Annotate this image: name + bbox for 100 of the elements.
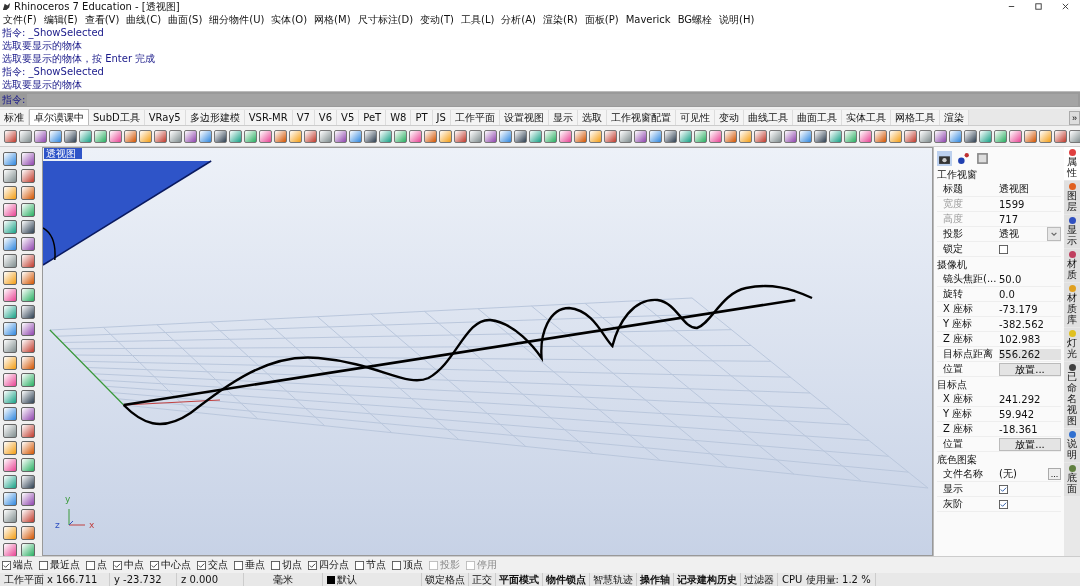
osnap-label[interactable]: 四分点 xyxy=(319,558,349,572)
tool-icon[interactable] xyxy=(21,203,35,217)
checkbox[interactable] xyxy=(271,560,280,570)
tool-icon[interactable] xyxy=(21,271,35,285)
tool-icon[interactable] xyxy=(274,129,287,143)
more-tabs-button[interactable]: » xyxy=(1069,111,1080,125)
tool-icon[interactable] xyxy=(304,129,317,143)
tool-icon[interactable] xyxy=(94,129,107,143)
osnap-label[interactable]: 交点 xyxy=(208,558,228,572)
side-panel-tab[interactable]: 显示 xyxy=(1064,215,1080,248)
tool-icon[interactable] xyxy=(289,129,302,143)
status-toggle[interactable]: 过滤器 xyxy=(741,573,778,586)
tool-icon[interactable] xyxy=(904,129,917,143)
toolbar-tab[interactable]: PT xyxy=(411,110,433,125)
tool-icon[interactable] xyxy=(21,373,35,387)
toolbar-tab[interactable]: 多边形建模 xyxy=(185,110,245,125)
tool-icon[interactable] xyxy=(3,543,17,557)
tool-icon[interactable] xyxy=(1054,129,1067,143)
tool-icon[interactable] xyxy=(21,305,35,319)
tool-icon[interactable] xyxy=(514,129,527,143)
place-button[interactable]: 放置... xyxy=(999,437,1061,451)
toolbar-tab[interactable]: 显示 xyxy=(548,110,578,125)
tool-icon[interactable] xyxy=(199,129,212,143)
menu-item[interactable]: 网格(M) xyxy=(314,13,351,26)
tool-icon[interactable] xyxy=(604,129,617,143)
tool-icon[interactable] xyxy=(169,129,182,143)
tool-icon[interactable] xyxy=(21,186,35,200)
tool-icon[interactable] xyxy=(21,509,35,523)
tool-icon[interactable] xyxy=(3,492,17,506)
toolbar-tab[interactable]: V5 xyxy=(337,110,360,125)
tool-icon[interactable] xyxy=(484,129,497,143)
tool-icon[interactable] xyxy=(109,129,122,143)
tool-icon[interactable] xyxy=(814,129,827,143)
tool-icon[interactable] xyxy=(3,271,17,285)
tool-icon[interactable] xyxy=(349,129,362,143)
side-panel-tab[interactable]: 底面 xyxy=(1064,463,1080,496)
checkbox[interactable] xyxy=(999,499,1008,509)
tool-icon[interactable] xyxy=(874,129,887,143)
tool-icon[interactable] xyxy=(3,152,17,166)
tool-icon[interactable] xyxy=(964,129,977,143)
tool-icon[interactable] xyxy=(1069,129,1080,143)
tool-icon[interactable] xyxy=(754,129,767,143)
tool-icon[interactable] xyxy=(21,356,35,370)
menu-item[interactable]: 实体(O) xyxy=(271,13,308,26)
tool-icon[interactable] xyxy=(979,129,992,143)
tool-icon[interactable] xyxy=(3,203,17,217)
osnap-label[interactable]: 中点 xyxy=(124,558,144,572)
tool-icon[interactable] xyxy=(319,129,332,143)
tool-icon[interactable] xyxy=(664,129,677,143)
tool-icon[interactable] xyxy=(1024,129,1037,143)
osnap-label[interactable]: 中心点 xyxy=(161,558,191,572)
status-toggle[interactable]: 智慧轨迹 xyxy=(590,573,637,586)
tool-icon[interactable] xyxy=(21,169,35,183)
layer-label[interactable]: 默认 xyxy=(337,573,357,586)
tool-icon[interactable] xyxy=(21,288,35,302)
tool-icon[interactable] xyxy=(949,129,962,143)
tool-icon[interactable] xyxy=(21,526,35,540)
tool-icon[interactable] xyxy=(3,288,17,302)
tool-icon[interactable] xyxy=(3,186,17,200)
tool-icon[interactable] xyxy=(589,129,602,143)
tool-icon[interactable] xyxy=(694,129,707,143)
osnap-label[interactable]: 端点 xyxy=(13,558,33,572)
toolbar-tab[interactable]: VRay5 xyxy=(144,110,186,125)
tool-icon[interactable] xyxy=(544,129,557,143)
osnap-label[interactable]: 最近点 xyxy=(50,558,80,572)
tool-icon[interactable] xyxy=(21,458,35,472)
tool-icon[interactable] xyxy=(394,129,407,143)
tool-icon[interactable] xyxy=(739,129,752,143)
menu-item[interactable]: 尺寸标注(D) xyxy=(357,13,414,26)
osnap-label[interactable]: 顶点 xyxy=(403,558,423,572)
viewport[interactable]: 透视图 x y z xyxy=(42,147,933,556)
toolbar-tab[interactable]: PeT xyxy=(359,110,387,125)
menu-item[interactable]: 分析(A) xyxy=(501,13,536,26)
toolbar-tab[interactable]: 实体工具 xyxy=(841,110,891,125)
osnap-label[interactable]: 节点 xyxy=(366,558,386,572)
menu-item[interactable]: BG螺栓 xyxy=(677,13,713,26)
viewport-title-tab[interactable]: 透视图 xyxy=(44,148,82,159)
tool-icon[interactable] xyxy=(3,390,17,404)
checkbox[interactable] xyxy=(392,560,401,570)
osnap-label[interactable]: 垂点 xyxy=(245,558,265,572)
menu-item[interactable]: 渲染(R) xyxy=(543,13,578,26)
tool-icon[interactable] xyxy=(3,458,17,472)
tool-icon[interactable] xyxy=(21,424,35,438)
status-toggle[interactable]: 正交 xyxy=(469,573,496,586)
property-value[interactable]: 0.0 xyxy=(999,288,1061,300)
checkbox[interactable] xyxy=(39,560,48,570)
side-panel-tab[interactable]: 材质库 xyxy=(1064,283,1080,327)
tool-icon[interactable] xyxy=(3,441,17,455)
side-panel-tab[interactable]: 已命名视图 xyxy=(1064,362,1080,428)
status-toggle[interactable]: 操作轴 xyxy=(637,573,674,586)
tool-icon[interactable] xyxy=(64,129,77,143)
toolbar-tab[interactable]: VSR-MR xyxy=(244,110,293,125)
side-panel-tab[interactable]: 图层 xyxy=(1064,181,1080,214)
tool-icon[interactable] xyxy=(859,129,872,143)
tool-icon[interactable] xyxy=(3,322,17,336)
tool-icon[interactable] xyxy=(21,475,35,489)
menu-item[interactable]: 变动(T) xyxy=(420,13,454,26)
tool-icon[interactable] xyxy=(889,129,902,143)
command-input[interactable] xyxy=(27,93,1078,106)
tool-icon[interactable] xyxy=(529,129,542,143)
